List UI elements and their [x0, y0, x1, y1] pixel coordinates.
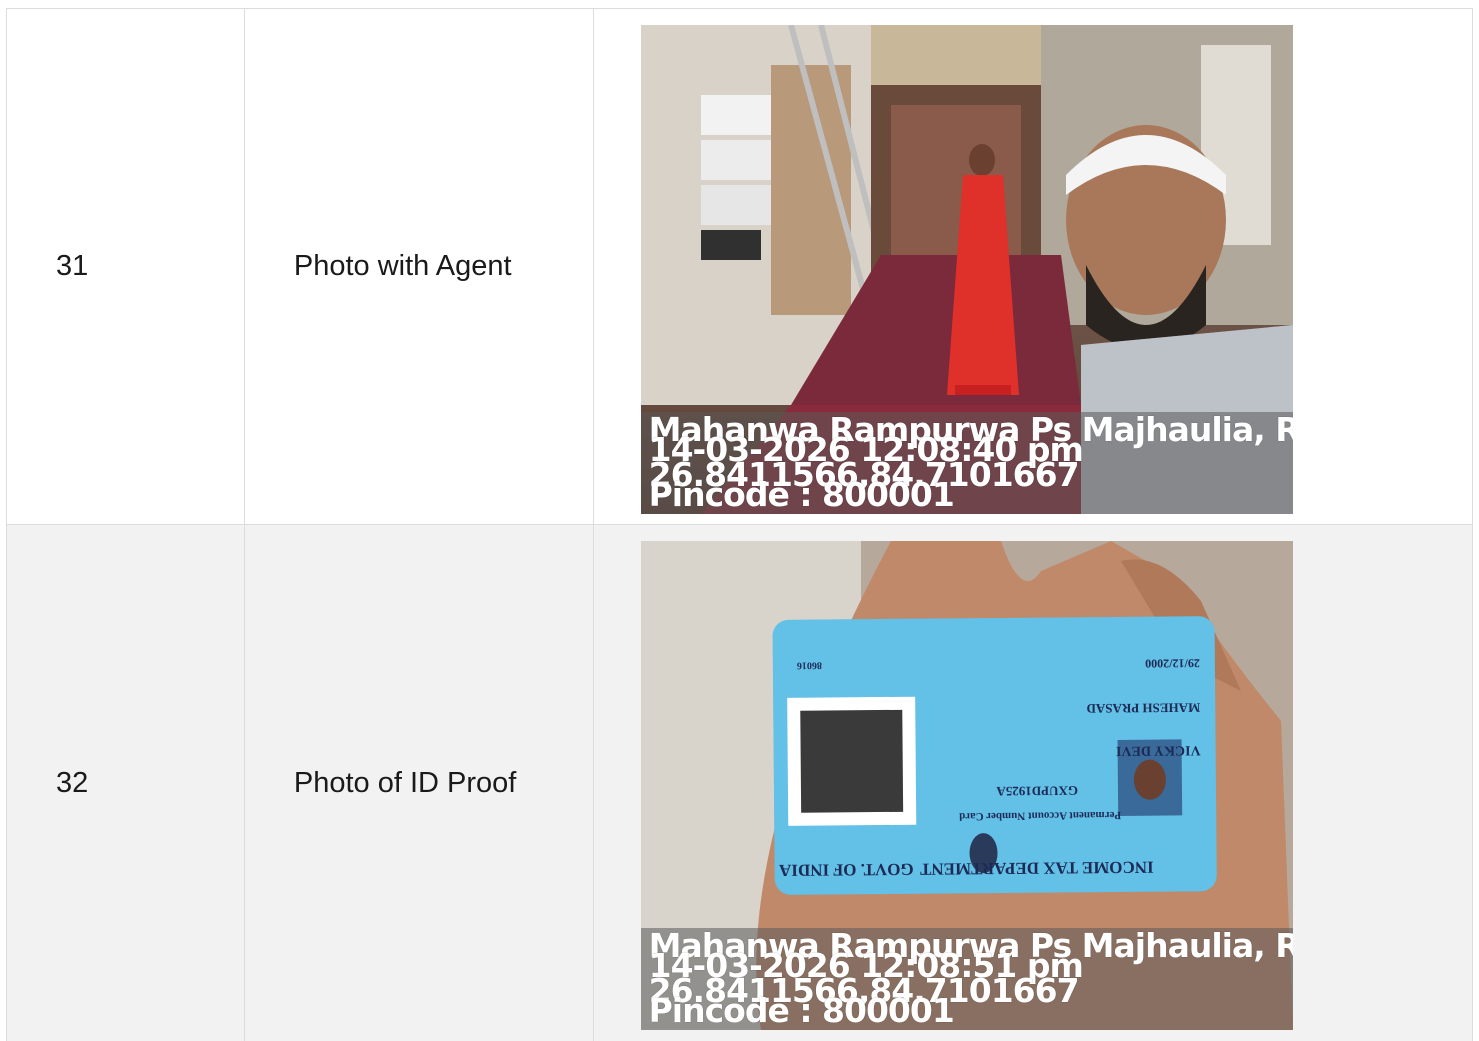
card-serial-text: 86016: [796, 660, 821, 671]
card-pan-text: GXUPD1925A: [995, 783, 1077, 799]
card-govt-text: GOVT. OF INDIA: [778, 860, 913, 880]
photo-cell: Mahanwa Rampurwa Ps Majhaulia, RPR6+M 14…: [594, 9, 1473, 524]
row-label: Photo of ID Proof: [245, 525, 594, 1041]
card-name-text: VICKY DEVI: [1116, 742, 1201, 758]
geotag-pincode: Pincode : 800001: [648, 991, 955, 1030]
table-row: 32 Photo of ID Proof INCOME TAX DEPARTME…: [7, 525, 1473, 1041]
agent-photo[interactable]: Mahanwa Rampurwa Ps Majhaulia, RPR6+M 14…: [640, 25, 1293, 514]
card-type-text: Permanent Account Number Card: [959, 809, 1121, 822]
photo-cell: INCOME TAX DEPARTMENT GOVT. OF INDIA Per…: [594, 525, 1473, 1041]
card-dept-text: INCOME TAX DEPARTMENT: [919, 858, 1153, 879]
geotag-pincode: Pincode : 800001: [648, 475, 955, 514]
row-number: 32: [7, 525, 245, 1041]
id-proof-photo[interactable]: INCOME TAX DEPARTMENT GOVT. OF INDIA Per…: [640, 541, 1293, 1030]
row-label: Photo with Agent: [245, 9, 594, 524]
card-father-text: MAHESH PRASAD: [1086, 700, 1200, 716]
card-dob-text: 29/12/2000: [1145, 656, 1200, 670]
row-number: 31: [7, 9, 245, 524]
table-row: 31 Photo with Agent Mahanwa Rampurwa Ps …: [7, 9, 1473, 525]
records-table: 31 Photo with Agent Mahanwa Rampurwa Ps …: [6, 8, 1473, 1041]
